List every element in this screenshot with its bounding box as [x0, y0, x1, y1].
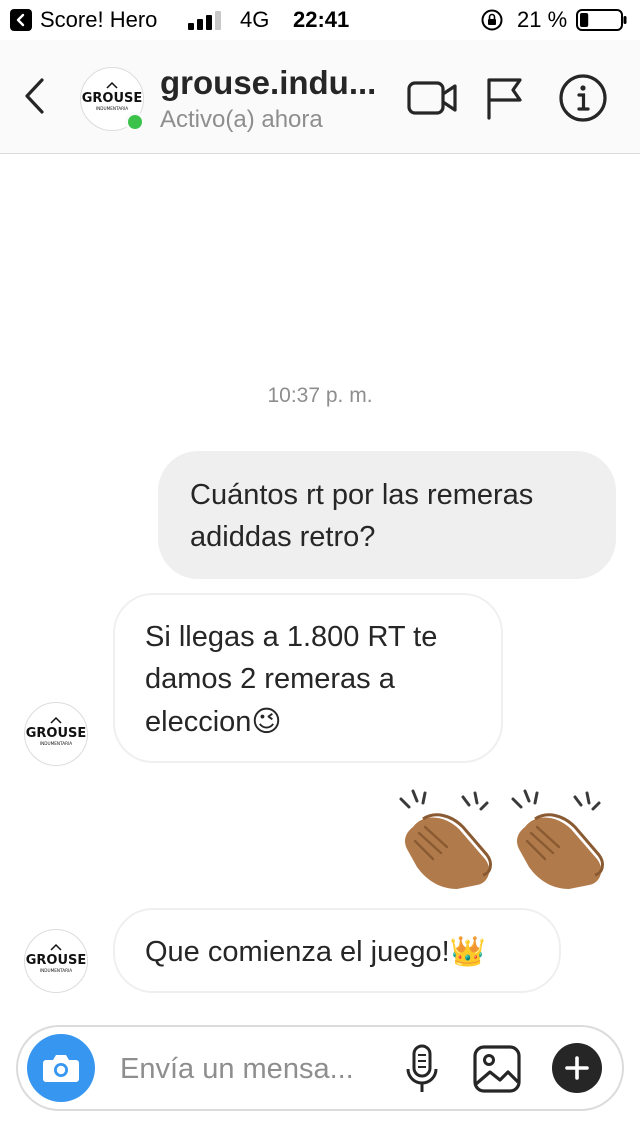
message-bubble-incoming[interactable]: Si llegas a 1.800 RT te damos 2 remeras …	[113, 593, 503, 763]
message-timestamp: 10:37 p. m.	[267, 384, 373, 407]
wink-emoji: 😉	[251, 704, 282, 738]
back-to-app-icon[interactable]	[10, 9, 32, 31]
grouse-logo-icon: GROUSE INDUMENTARIA	[26, 716, 87, 746]
message-text: Cuántos rt por las remeras adiddas retro…	[190, 479, 534, 553]
image-gallery-icon[interactable]	[472, 1044, 522, 1094]
plus-icon	[565, 1056, 589, 1080]
message-input[interactable]	[120, 1049, 390, 1089]
network-type: 4G	[240, 7, 270, 32]
logo-text: GROUSE	[82, 91, 143, 106]
info-icon[interactable]	[558, 73, 608, 123]
active-status-dot	[125, 112, 145, 132]
message-text: Si llegas a 1.800 RT te damos 2 remeras …	[145, 621, 438, 738]
flag-icon[interactable]	[484, 76, 524, 120]
microphone-icon[interactable]	[404, 1043, 440, 1095]
message-text: Que comienza el juego!	[145, 936, 450, 968]
camera-button[interactable]	[27, 1034, 95, 1102]
camera-icon	[43, 1055, 79, 1082]
logo-subtext: INDUMENTARIA	[40, 741, 72, 746]
clapping-hands-icon[interactable]	[393, 785, 497, 895]
logo-text: GROUSE	[26, 726, 87, 741]
chat-username[interactable]: grouse.indu...	[160, 64, 376, 102]
logo-text: GROUSE	[26, 953, 87, 968]
logo-subtext: INDUMENTARIA	[40, 968, 72, 973]
battery-percent: 21 %	[517, 7, 568, 32]
clapping-hands-icon[interactable]	[505, 785, 609, 895]
activity-status: Activo(a) ahora	[160, 106, 323, 133]
status-bar: Score! Hero 4G 22:41 21 %	[0, 0, 640, 40]
grouse-logo-icon: GROUSE INDUMENTARIA	[26, 943, 87, 973]
signal-bars-icon	[188, 11, 221, 30]
battery-icon	[576, 9, 627, 31]
clock: 22:41	[293, 7, 350, 32]
video-camera-icon[interactable]	[406, 78, 458, 118]
message-bubble-outgoing[interactable]: Cuántos rt por las remeras adiddas retro…	[158, 451, 616, 579]
add-button[interactable]	[552, 1043, 602, 1093]
back-app-label[interactable]: Score! Hero	[40, 7, 157, 33]
back-chevron-icon[interactable]	[18, 76, 52, 116]
chat-header: GROUSE INDUMENTARIA grouse.indu... Activ…	[0, 40, 640, 154]
orientation-lock-icon	[481, 9, 503, 31]
logo-subtext: INDUMENTARIA	[96, 106, 128, 111]
crown-emoji: 👑	[449, 934, 486, 968]
message-bubble-incoming[interactable]: Que comienza el juego!👑	[113, 908, 561, 993]
message-composer	[16, 1025, 624, 1111]
avatar[interactable]: GROUSE INDUMENTARIA	[24, 929, 88, 993]
avatar[interactable]: GROUSE INDUMENTARIA	[24, 702, 88, 766]
